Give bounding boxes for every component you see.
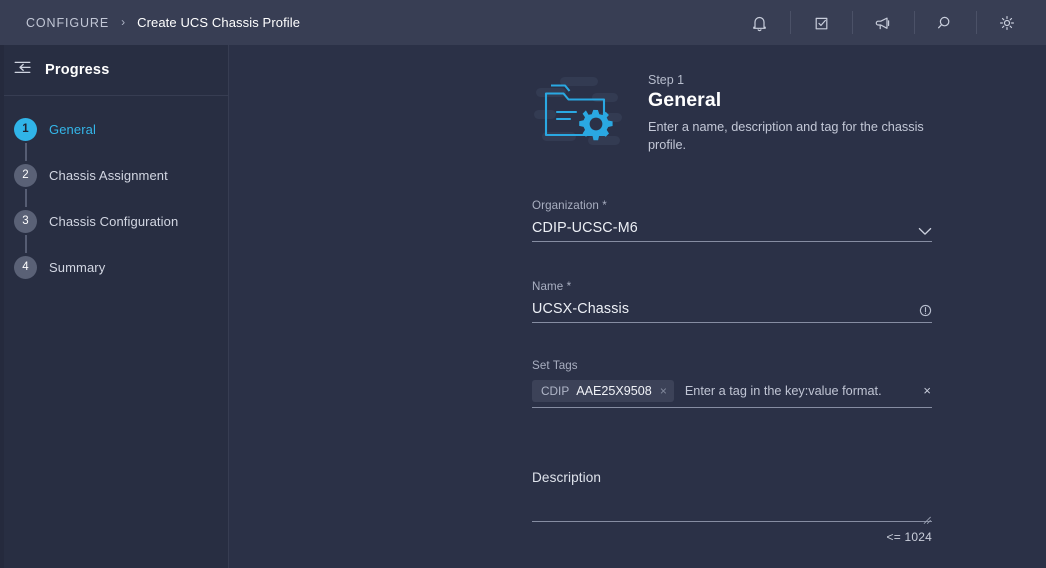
ucs-chassis-profile-wizard: CONFIGURE › Create UCS Chassis Profile P… <box>0 0 1046 568</box>
body-region: Progress 1 General 2 Chassis Assignment … <box>0 45 1046 568</box>
name-field: Name * UCSX-Chassis <box>532 280 932 323</box>
tag-chip[interactable]: CDIP AAE25X9508 × <box>532 379 674 402</box>
step-intro-text: Step 1 General Enter a name, description… <box>648 68 930 155</box>
page-title: General <box>648 89 722 111</box>
main-panel: Step 1 General Enter a name, description… <box>229 45 1046 568</box>
tag-chip-value: AAE25X9508 <box>576 383 652 398</box>
name-value: UCSX-Chassis <box>532 300 630 317</box>
description-label: Description <box>532 469 602 485</box>
step-intro: Step 1 General Enter a name, description… <box>532 68 932 155</box>
step-kicker: Step 1 <box>648 73 685 87</box>
tag-clear-icon[interactable]: × <box>923 384 932 397</box>
organization-select[interactable]: CDIP-UCSC-M6 <box>532 220 932 242</box>
sidebar-step-general[interactable]: 1 General <box>14 115 228 143</box>
chevron-down-icon[interactable] <box>918 227 932 236</box>
progress-sidebar: Progress 1 General 2 Chassis Assignment … <box>0 45 229 568</box>
breadcrumb-current: Create UCS Chassis Profile <box>137 15 301 30</box>
tag-chip-remove-icon[interactable]: × <box>659 385 667 397</box>
organization-value: CDIP-UCSC-M6 <box>532 219 638 236</box>
step-number-3: 3 <box>14 209 37 233</box>
collapse-panel-icon[interactable] <box>14 61 31 79</box>
tag-placeholder: Enter a tag in the key:value format. <box>684 383 882 398</box>
folder-gear-illustration <box>532 68 628 152</box>
step-label-chassis-assignment: Chassis Assignment <box>49 167 168 183</box>
info-circle-icon[interactable] <box>919 304 932 317</box>
step-number-1: 1 <box>14 117 37 141</box>
description-textarea[interactable] <box>532 510 932 524</box>
step-label-general: General <box>49 121 96 137</box>
tag-chip-key: CDIP <box>541 383 570 398</box>
top-bar-icons <box>728 0 1038 45</box>
description-counter: <= 1024 <box>886 529 932 544</box>
progress-title: Progress <box>45 62 110 78</box>
name-label: Name * <box>532 279 572 293</box>
checklist-icon <box>813 14 830 32</box>
announcements-button[interactable] <box>852 0 914 45</box>
organization-field: Organization * CDIP-UCSC-M6 <box>532 199 932 242</box>
general-form: Organization * CDIP-UCSC-M6 Name * UCSX-… <box>532 199 932 544</box>
progress-header: Progress <box>0 45 228 96</box>
step-number-2: 2 <box>14 163 37 187</box>
settings-button[interactable] <box>976 0 1038 45</box>
bell-icon <box>751 14 768 32</box>
sidebar-step-summary[interactable]: 4 Summary <box>14 253 228 281</box>
breadcrumb: CONFIGURE › Create UCS Chassis Profile <box>26 0 300 45</box>
progress-steps: 1 General 2 Chassis Assignment 3 Chassis… <box>0 96 228 281</box>
alarms-button[interactable] <box>728 0 790 45</box>
step-label-chassis-configuration: Chassis Configuration <box>49 213 179 229</box>
resize-grip-icon[interactable] <box>923 511 931 524</box>
search-icon <box>936 14 954 32</box>
set-tags-label: Set Tags <box>532 358 578 372</box>
set-tags-field: Set Tags CDIP AAE25X9508 × Enter a tag i… <box>532 359 932 408</box>
breadcrumb-separator-icon: › <box>121 14 126 29</box>
left-edge-strip <box>0 45 4 568</box>
organization-label: Organization * <box>532 198 607 212</box>
megaphone-icon <box>874 14 893 32</box>
tasks-button[interactable] <box>790 0 852 45</box>
tag-input-row[interactable]: CDIP AAE25X9508 × Enter a tag in the key… <box>532 379 932 408</box>
step-label-summary: Summary <box>49 259 106 275</box>
name-input[interactable]: UCSX-Chassis <box>532 301 932 323</box>
gear-icon <box>998 14 1016 32</box>
step-description: Enter a name, description and tag for th… <box>648 120 924 153</box>
sidebar-step-chassis-configuration[interactable]: 3 Chassis Configuration <box>14 207 228 235</box>
step-number-4: 4 <box>14 255 37 279</box>
description-field: Description <= 1024 <box>532 470 932 544</box>
breadcrumb-root[interactable]: CONFIGURE <box>26 16 109 30</box>
top-bar: CONFIGURE › Create UCS Chassis Profile <box>0 0 1046 45</box>
step-connector-2 <box>14 189 228 207</box>
sidebar-step-chassis-assignment[interactable]: 2 Chassis Assignment <box>14 161 228 189</box>
search-button[interactable] <box>914 0 976 45</box>
step-connector-1 <box>14 143 228 161</box>
step-connector-3 <box>14 235 228 253</box>
general-form-content: Step 1 General Enter a name, description… <box>532 68 932 544</box>
